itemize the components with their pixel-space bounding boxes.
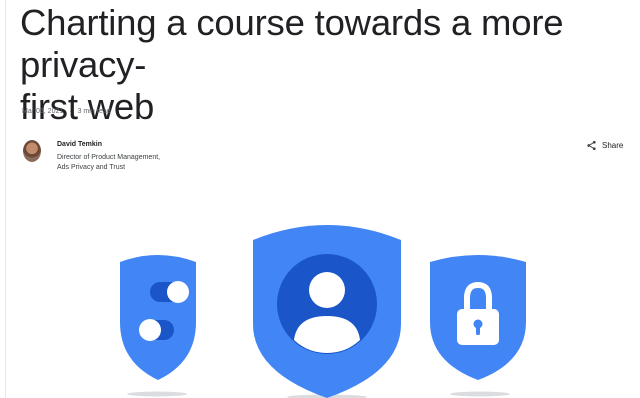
hero-illustration [110, 212, 550, 398]
author-name: David Temkin [57, 141, 102, 148]
author-role-line-1: Director of Product Management, [57, 154, 161, 161]
author-role: Director of Product Management, Ads Priv… [57, 153, 160, 173]
author-avatar [23, 140, 41, 162]
share-icon [586, 140, 597, 151]
shield-shadow-right [450, 391, 510, 397]
article-meta: Mar 03, 2021 · 3 min read [22, 108, 111, 115]
article-page: Charting a course towards a more privacy… [0, 0, 640, 398]
person-shield-icon [253, 225, 401, 398]
page-divider [5, 0, 6, 398]
share-label: Share [602, 141, 624, 150]
author-role-line-2: Ads Privacy and Trust [57, 164, 126, 171]
lock-shield-icon [430, 255, 526, 380]
article-title: Charting a course towards a more privacy… [20, 2, 635, 128]
share-button[interactable]: Share [586, 140, 623, 151]
toggle-shield-icon [120, 255, 196, 380]
shield-shadow-left [127, 391, 187, 397]
title-line-1: Charting a course towards a more privacy… [20, 2, 564, 85]
meta-separator: · [69, 108, 72, 115]
read-time: 3 min read [77, 108, 111, 115]
title-line-2: first web [20, 86, 155, 127]
publish-date: Mar 03, 2021 [22, 108, 64, 115]
